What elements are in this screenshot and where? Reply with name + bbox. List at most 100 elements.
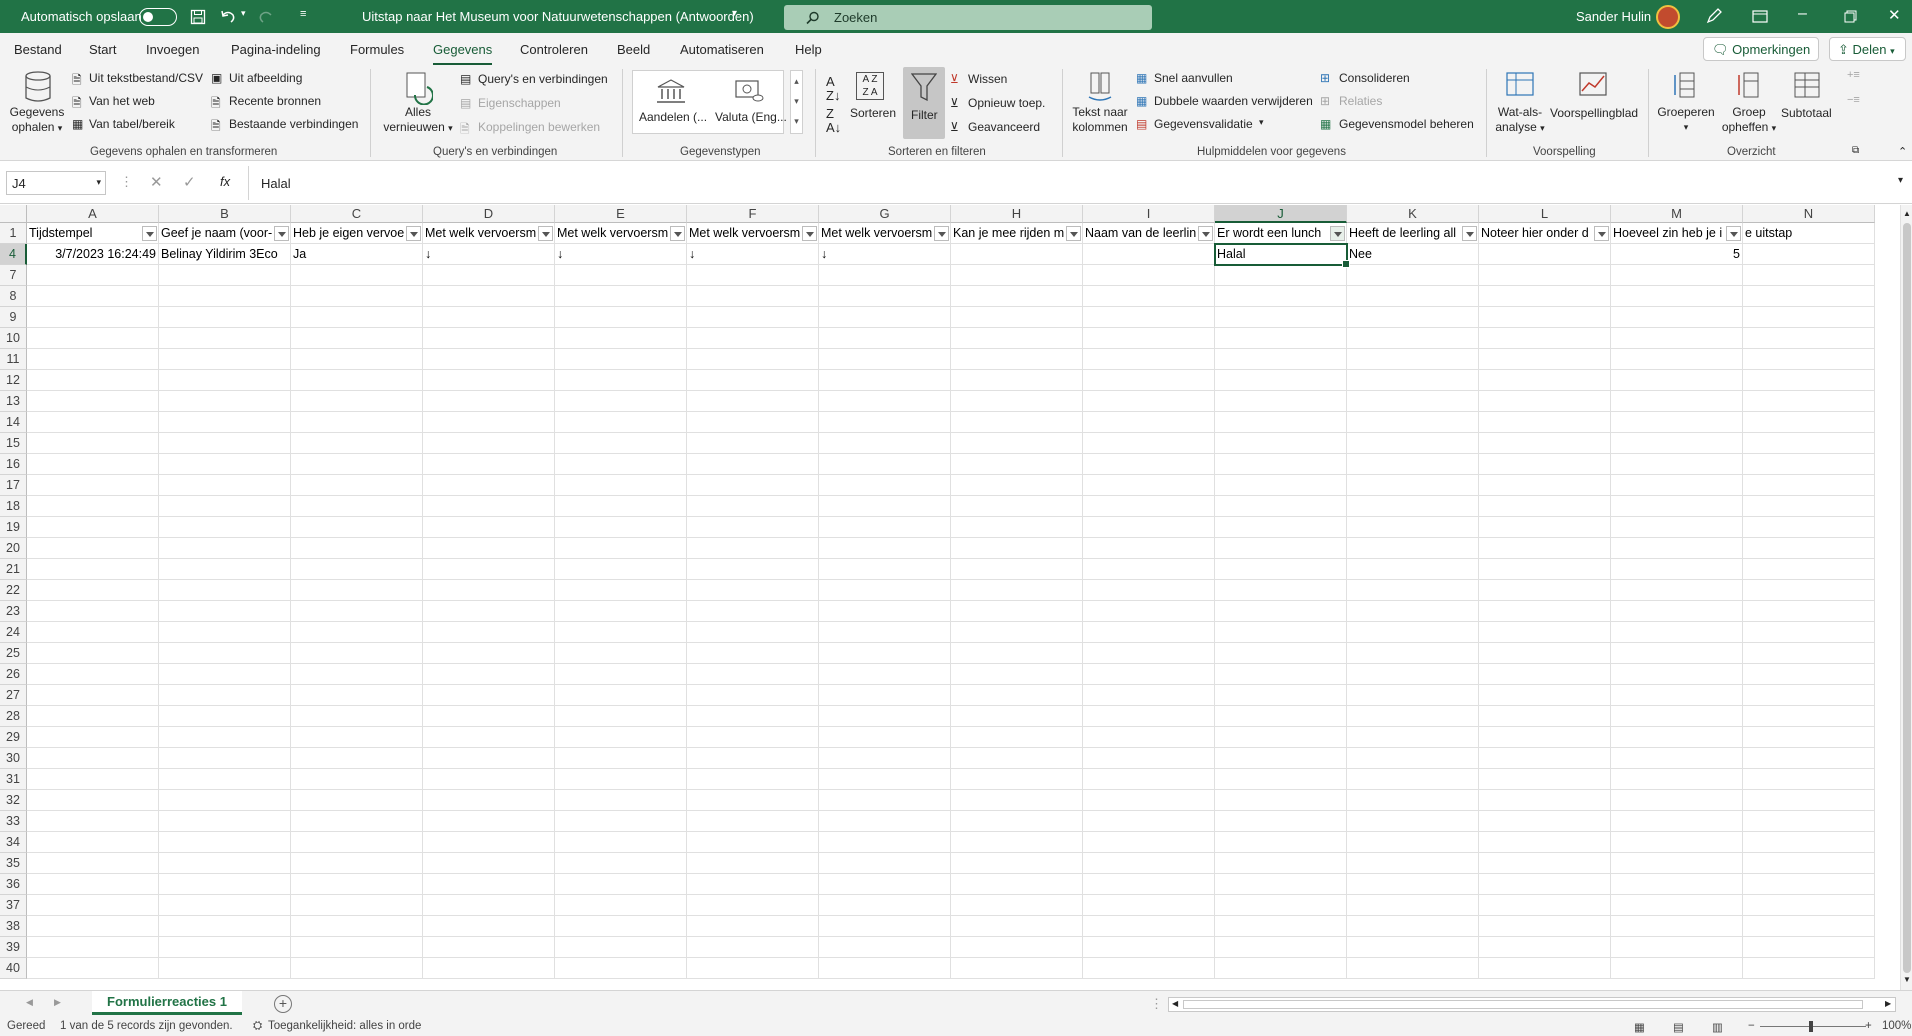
table-cell[interactable] xyxy=(27,286,159,307)
add-sheet-icon[interactable]: + xyxy=(274,995,292,1013)
table-cell[interactable] xyxy=(555,412,687,433)
table-cell[interactable] xyxy=(159,601,291,622)
table-cell[interactable] xyxy=(1743,706,1875,727)
table-cell[interactable] xyxy=(1479,706,1611,727)
table-cell[interactable] xyxy=(159,664,291,685)
filter-dropdown-icon[interactable] xyxy=(1198,226,1213,241)
table-cell[interactable] xyxy=(687,475,819,496)
table-cell[interactable] xyxy=(1479,580,1611,601)
table-cell[interactable] xyxy=(423,895,555,916)
table-cell[interactable] xyxy=(1215,727,1347,748)
table-cell[interactable] xyxy=(1611,370,1743,391)
table-cell[interactable] xyxy=(1743,349,1875,370)
table-cell[interactable] xyxy=(555,370,687,391)
table-cell[interactable] xyxy=(291,454,423,475)
table-cell[interactable] xyxy=(1215,517,1347,538)
table-cell[interactable] xyxy=(423,706,555,727)
table-cell[interactable] xyxy=(951,727,1083,748)
table-cell[interactable] xyxy=(687,580,819,601)
table-cell[interactable] xyxy=(819,286,951,307)
table-cell[interactable] xyxy=(27,475,159,496)
table-cell[interactable] xyxy=(1479,622,1611,643)
table-cell[interactable] xyxy=(159,706,291,727)
table-cell[interactable] xyxy=(1347,328,1479,349)
table-cell[interactable] xyxy=(819,496,951,517)
table-cell[interactable] xyxy=(1215,937,1347,958)
table-cell[interactable] xyxy=(1611,601,1743,622)
table-cell[interactable] xyxy=(555,328,687,349)
row-header[interactable]: 24 xyxy=(0,622,27,643)
table-cell[interactable] xyxy=(555,685,687,706)
table-cell[interactable] xyxy=(687,832,819,853)
table-cell[interactable] xyxy=(1347,370,1479,391)
tab-file[interactable]: Bestand xyxy=(14,42,62,57)
data-validation-button[interactable]: Gegevensvalidatie xyxy=(1154,117,1253,131)
table-cell[interactable] xyxy=(819,601,951,622)
table-cell[interactable] xyxy=(1215,538,1347,559)
table-cell[interactable] xyxy=(555,790,687,811)
scroll-right-icon[interactable]: ▶ xyxy=(1885,999,1891,1008)
table-cell[interactable] xyxy=(1083,475,1215,496)
table-cell[interactable] xyxy=(951,748,1083,769)
table-cell[interactable] xyxy=(423,454,555,475)
table-cell[interactable] xyxy=(423,769,555,790)
table-cell[interactable] xyxy=(1215,958,1347,979)
table-cell[interactable] xyxy=(1479,517,1611,538)
table-cell[interactable] xyxy=(159,475,291,496)
table-cell[interactable] xyxy=(951,307,1083,328)
table-cell[interactable] xyxy=(291,286,423,307)
table-cell[interactable] xyxy=(1083,643,1215,664)
table-cell[interactable] xyxy=(819,307,951,328)
header-cell[interactable]: Heb je eigen vervoe xyxy=(291,223,423,244)
table-cell[interactable] xyxy=(1083,622,1215,643)
table-cell[interactable] xyxy=(1743,580,1875,601)
table-cell[interactable] xyxy=(291,664,423,685)
table-cell[interactable] xyxy=(1347,496,1479,517)
row-header[interactable]: 14 xyxy=(0,412,27,433)
table-cell[interactable] xyxy=(27,391,159,412)
validation-dropdown-icon[interactable]: ▾ xyxy=(1259,117,1264,128)
row-header[interactable]: 33 xyxy=(0,811,27,832)
table-cell[interactable] xyxy=(291,790,423,811)
table-cell[interactable] xyxy=(27,706,159,727)
table-cell[interactable] xyxy=(1611,685,1743,706)
table-cell[interactable] xyxy=(1347,265,1479,286)
table-cell[interactable] xyxy=(1215,559,1347,580)
header-cell[interactable]: Met welk vervoersm xyxy=(555,223,687,244)
table-cell[interactable] xyxy=(1347,475,1479,496)
table-cell[interactable] xyxy=(687,958,819,979)
table-cell[interactable] xyxy=(159,412,291,433)
table-cell[interactable] xyxy=(819,370,951,391)
table-cell[interactable] xyxy=(27,811,159,832)
table-cell[interactable] xyxy=(159,265,291,286)
table-cell[interactable] xyxy=(951,643,1083,664)
table-cell[interactable] xyxy=(1347,412,1479,433)
table-cell[interactable] xyxy=(687,769,819,790)
sort-az-icon[interactable]: A Z↓ xyxy=(826,75,840,103)
table-cell[interactable] xyxy=(423,265,555,286)
table-cell[interactable] xyxy=(819,706,951,727)
table-cell[interactable] xyxy=(687,685,819,706)
table-cell[interactable] xyxy=(159,643,291,664)
tab-home[interactable]: Start xyxy=(89,42,116,57)
table-cell[interactable] xyxy=(1083,790,1215,811)
table-cell[interactable] xyxy=(555,874,687,895)
table-cell[interactable] xyxy=(1743,265,1875,286)
table-cell[interactable] xyxy=(27,832,159,853)
undo-icon[interactable] xyxy=(220,9,236,25)
table-cell[interactable] xyxy=(1611,454,1743,475)
table-cell[interactable] xyxy=(27,895,159,916)
table-cell[interactable] xyxy=(291,412,423,433)
table-cell[interactable] xyxy=(1611,433,1743,454)
table-cell[interactable] xyxy=(1611,874,1743,895)
table-cell[interactable] xyxy=(1215,622,1347,643)
table-cell[interactable] xyxy=(27,328,159,349)
header-cell[interactable]: Er wordt een lunch xyxy=(1215,223,1347,244)
table-cell[interactable] xyxy=(1479,664,1611,685)
table-cell[interactable] xyxy=(159,769,291,790)
table-cell[interactable] xyxy=(291,895,423,916)
row-header[interactable]: 13 xyxy=(0,391,27,412)
table-cell[interactable] xyxy=(555,307,687,328)
table-cell[interactable] xyxy=(1479,538,1611,559)
table-cell[interactable] xyxy=(1215,769,1347,790)
